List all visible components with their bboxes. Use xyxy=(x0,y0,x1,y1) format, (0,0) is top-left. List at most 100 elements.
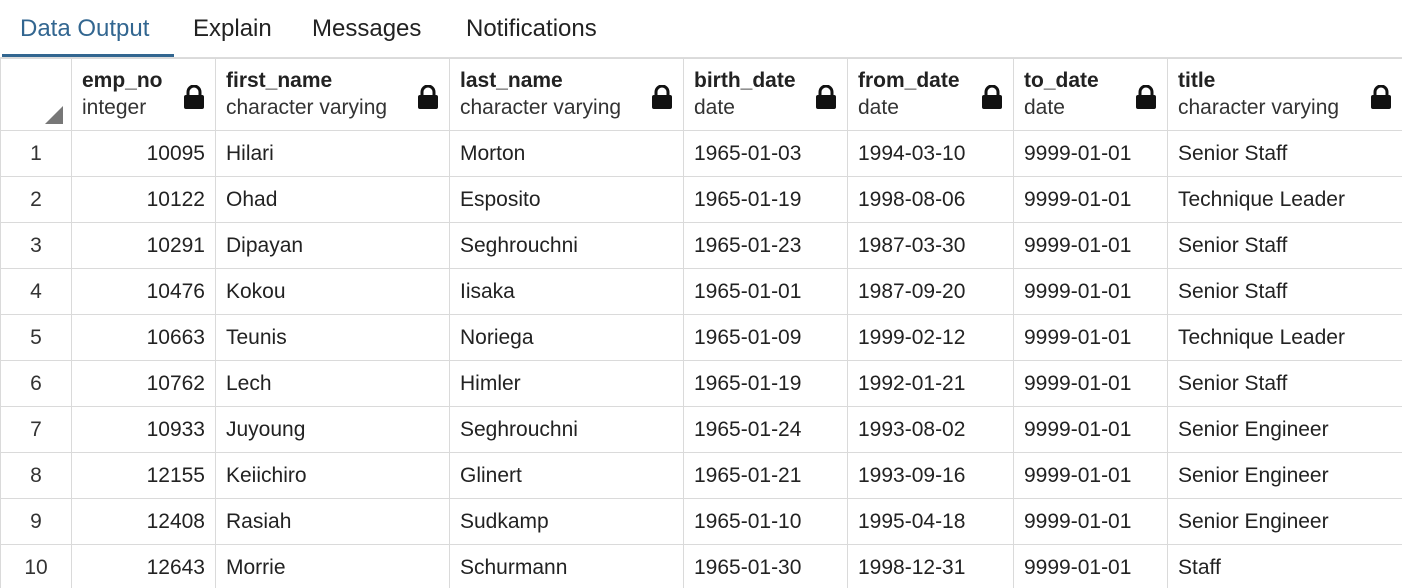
cell-last-name[interactable]: Noriega xyxy=(449,314,684,361)
tab-explain[interactable]: Explain xyxy=(193,0,272,58)
column-header-emp-no[interactable]: emp_no integer xyxy=(71,58,216,131)
cell-to-date[interactable]: 9999-01-01 xyxy=(1013,452,1168,499)
cell-emp-no[interactable]: 10663 xyxy=(71,314,216,361)
cell-to-date[interactable]: 9999-01-01 xyxy=(1013,222,1168,269)
cell-to-date[interactable]: 9999-01-01 xyxy=(1013,314,1168,361)
column-header-to-date[interactable]: to_date date xyxy=(1013,58,1168,131)
cell-to-date[interactable]: 9999-01-01 xyxy=(1013,360,1168,407)
row-number[interactable]: 6 xyxy=(0,360,72,407)
select-all-corner[interactable] xyxy=(0,58,72,131)
cell-to-date[interactable]: 9999-01-01 xyxy=(1013,130,1168,177)
column-header-first-name[interactable]: first_name character varying xyxy=(215,58,450,131)
cell-emp-no[interactable]: 12643 xyxy=(71,544,216,588)
row-number[interactable]: 10 xyxy=(0,544,72,588)
cell-title[interactable]: Senior Engineer xyxy=(1167,452,1402,499)
cell-first-name[interactable]: Keiichiro xyxy=(215,452,450,499)
table-row[interactable]: 4 10476 Kokou Iisaka 1965-01-01 1987-09-… xyxy=(0,268,1402,315)
row-number[interactable]: 9 xyxy=(0,498,72,545)
column-header-from-date[interactable]: from_date date xyxy=(847,58,1014,131)
row-number[interactable]: 1 xyxy=(0,130,72,177)
cell-birth-date[interactable]: 1965-01-23 xyxy=(683,222,848,269)
cell-from-date[interactable]: 1994-03-10 xyxy=(847,130,1014,177)
cell-birth-date[interactable]: 1965-01-19 xyxy=(683,360,848,407)
cell-from-date[interactable]: 1987-03-30 xyxy=(847,222,1014,269)
cell-first-name[interactable]: Rasiah xyxy=(215,498,450,545)
cell-from-date[interactable]: 1998-12-31 xyxy=(847,544,1014,588)
cell-first-name[interactable]: Lech xyxy=(215,360,450,407)
cell-title[interactable]: Senior Staff xyxy=(1167,360,1402,407)
cell-first-name[interactable]: Ohad xyxy=(215,176,450,223)
row-number[interactable]: 2 xyxy=(0,176,72,223)
cell-title[interactable]: Technique Leader xyxy=(1167,314,1402,361)
cell-title[interactable]: Technique Leader xyxy=(1167,176,1402,223)
cell-title[interactable]: Senior Staff xyxy=(1167,268,1402,315)
cell-birth-date[interactable]: 1965-01-03 xyxy=(683,130,848,177)
cell-emp-no[interactable]: 10762 xyxy=(71,360,216,407)
cell-last-name[interactable]: Himler xyxy=(449,360,684,407)
cell-from-date[interactable]: 1987-09-20 xyxy=(847,268,1014,315)
cell-first-name[interactable]: Hilari xyxy=(215,130,450,177)
cell-birth-date[interactable]: 1965-01-24 xyxy=(683,406,848,453)
table-row[interactable]: 10 12643 Morrie Schurmann 1965-01-30 199… xyxy=(0,544,1402,588)
cell-from-date[interactable]: 1995-04-18 xyxy=(847,498,1014,545)
cell-birth-date[interactable]: 1965-01-09 xyxy=(683,314,848,361)
cell-first-name[interactable]: Teunis xyxy=(215,314,450,361)
cell-from-date[interactable]: 1999-02-12 xyxy=(847,314,1014,361)
row-number[interactable]: 3 xyxy=(0,222,72,269)
table-row[interactable]: 2 10122 Ohad Esposito 1965-01-19 1998-08… xyxy=(0,176,1402,223)
cell-last-name[interactable]: Glinert xyxy=(449,452,684,499)
table-row[interactable]: 9 12408 Rasiah Sudkamp 1965-01-10 1995-0… xyxy=(0,498,1402,545)
cell-emp-no[interactable]: 12155 xyxy=(71,452,216,499)
cell-emp-no[interactable]: 10122 xyxy=(71,176,216,223)
cell-last-name[interactable]: Sudkamp xyxy=(449,498,684,545)
row-number[interactable]: 8 xyxy=(0,452,72,499)
table-row[interactable]: 3 10291 Dipayan Seghrouchni 1965-01-23 1… xyxy=(0,222,1402,269)
row-number[interactable]: 4 xyxy=(0,268,72,315)
cell-last-name[interactable]: Schurmann xyxy=(449,544,684,588)
cell-to-date[interactable]: 9999-01-01 xyxy=(1013,176,1168,223)
cell-birth-date[interactable]: 1965-01-10 xyxy=(683,498,848,545)
cell-title[interactable]: Senior Engineer xyxy=(1167,498,1402,545)
cell-birth-date[interactable]: 1965-01-30 xyxy=(683,544,848,588)
tab-messages[interactable]: Messages xyxy=(312,0,421,58)
cell-last-name[interactable]: Iisaka xyxy=(449,268,684,315)
cell-emp-no[interactable]: 10095 xyxy=(71,130,216,177)
table-row[interactable]: 1 10095 Hilari Morton 1965-01-03 1994-03… xyxy=(0,130,1402,177)
cell-last-name[interactable]: Seghrouchni xyxy=(449,222,684,269)
cell-to-date[interactable]: 9999-01-01 xyxy=(1013,406,1168,453)
cell-to-date[interactable]: 9999-01-01 xyxy=(1013,498,1168,545)
column-header-birth-date[interactable]: birth_date date xyxy=(683,58,848,131)
table-row[interactable]: 5 10663 Teunis Noriega 1965-01-09 1999-0… xyxy=(0,314,1402,361)
cell-emp-no[interactable]: 10291 xyxy=(71,222,216,269)
cell-birth-date[interactable]: 1965-01-19 xyxy=(683,176,848,223)
cell-title[interactable]: Staff xyxy=(1167,544,1402,588)
tab-notifications[interactable]: Notifications xyxy=(466,0,597,58)
cell-birth-date[interactable]: 1965-01-01 xyxy=(683,268,848,315)
row-number[interactable]: 5 xyxy=(0,314,72,361)
cell-emp-no[interactable]: 12408 xyxy=(71,498,216,545)
column-header-title[interactable]: title character varying xyxy=(1167,58,1402,131)
cell-first-name[interactable]: Kokou xyxy=(215,268,450,315)
table-row[interactable]: 6 10762 Lech Himler 1965-01-19 1992-01-2… xyxy=(0,360,1402,407)
cell-first-name[interactable]: Morrie xyxy=(215,544,450,588)
tab-data-output[interactable]: Data Output xyxy=(20,0,149,58)
column-header-last-name[interactable]: last_name character varying xyxy=(449,58,684,131)
cell-from-date[interactable]: 1998-08-06 xyxy=(847,176,1014,223)
row-number[interactable]: 7 xyxy=(0,406,72,453)
cell-first-name[interactable]: Dipayan xyxy=(215,222,450,269)
cell-title[interactable]: Senior Engineer xyxy=(1167,406,1402,453)
cell-birth-date[interactable]: 1965-01-21 xyxy=(683,452,848,499)
cell-from-date[interactable]: 1993-08-02 xyxy=(847,406,1014,453)
table-row[interactable]: 8 12155 Keiichiro Glinert 1965-01-21 199… xyxy=(0,452,1402,499)
cell-emp-no[interactable]: 10933 xyxy=(71,406,216,453)
cell-from-date[interactable]: 1992-01-21 xyxy=(847,360,1014,407)
cell-last-name[interactable]: Seghrouchni xyxy=(449,406,684,453)
cell-to-date[interactable]: 9999-01-01 xyxy=(1013,268,1168,315)
table-row[interactable]: 7 10933 Juyoung Seghrouchni 1965-01-24 1… xyxy=(0,406,1402,453)
cell-first-name[interactable]: Juyoung xyxy=(215,406,450,453)
cell-from-date[interactable]: 1993-09-16 xyxy=(847,452,1014,499)
cell-last-name[interactable]: Morton xyxy=(449,130,684,177)
cell-last-name[interactable]: Esposito xyxy=(449,176,684,223)
cell-title[interactable]: Senior Staff xyxy=(1167,130,1402,177)
cell-emp-no[interactable]: 10476 xyxy=(71,268,216,315)
